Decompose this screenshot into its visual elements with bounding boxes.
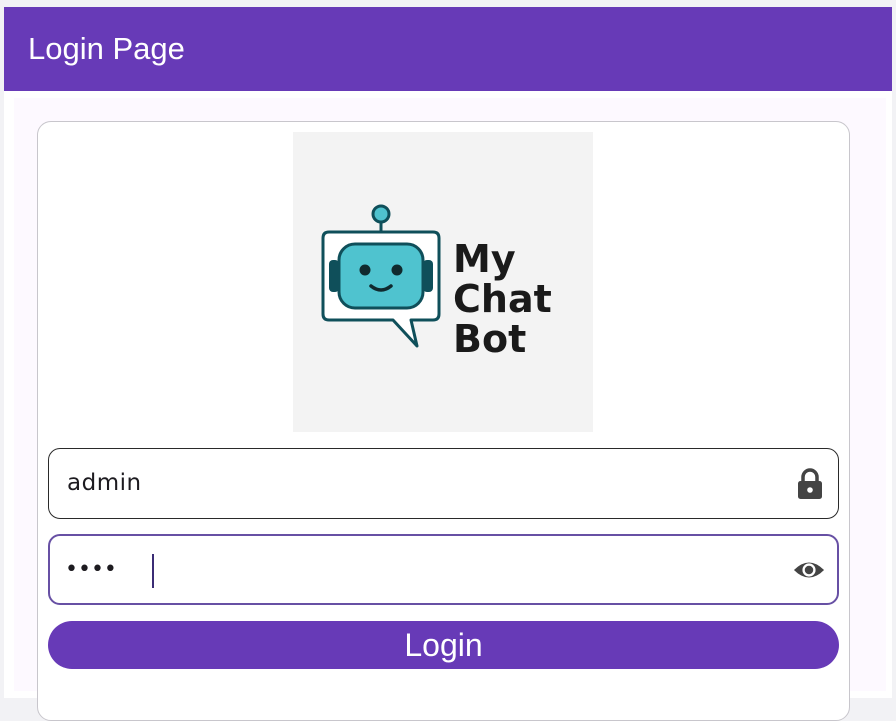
logo-text-chat: Chat bbox=[453, 277, 552, 321]
login-button[interactable]: Login bbox=[48, 621, 839, 669]
password-field[interactable]: •••• bbox=[48, 534, 839, 605]
robot-icon bbox=[321, 204, 441, 348]
page-title: Login Page bbox=[28, 31, 185, 66]
app-bar: Login Page bbox=[4, 7, 892, 91]
eye-icon[interactable] bbox=[793, 554, 825, 586]
chatbot-logo: My Chat Bot bbox=[321, 204, 552, 361]
logo-image: My Chat Bot bbox=[293, 132, 593, 432]
text-cursor bbox=[152, 554, 154, 588]
logo-text-my: My bbox=[453, 237, 516, 281]
password-value: •••• bbox=[65, 557, 117, 582]
lock-icon bbox=[794, 467, 826, 500]
logo-text-bot: Bot bbox=[453, 317, 526, 361]
username-field[interactable]: admin bbox=[48, 448, 839, 519]
username-value: admin bbox=[67, 470, 142, 496]
